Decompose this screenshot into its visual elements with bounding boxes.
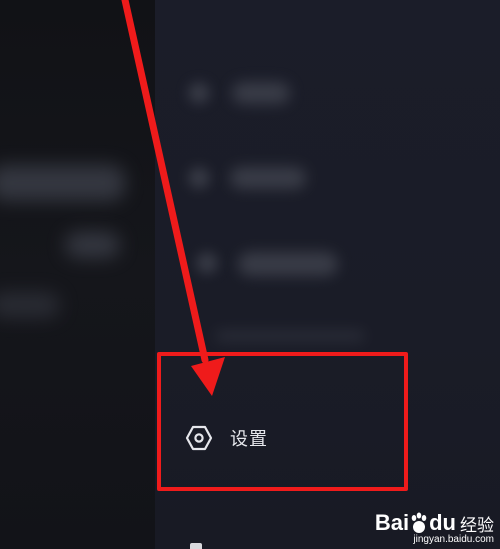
annotation-arrow: [121, 0, 225, 396]
baidu-jingyan-watermark: Bai du 经验 jingyan.baidu.com: [375, 510, 494, 545]
baidu-paw-icon: [409, 512, 429, 534]
watermark-url: jingyan.baidu.com: [413, 534, 494, 545]
watermark-jingyan-text: 经验: [460, 515, 494, 536]
watermark-bai-text: Bai: [374, 510, 410, 535]
watermark-du-text: du: [429, 510, 456, 535]
